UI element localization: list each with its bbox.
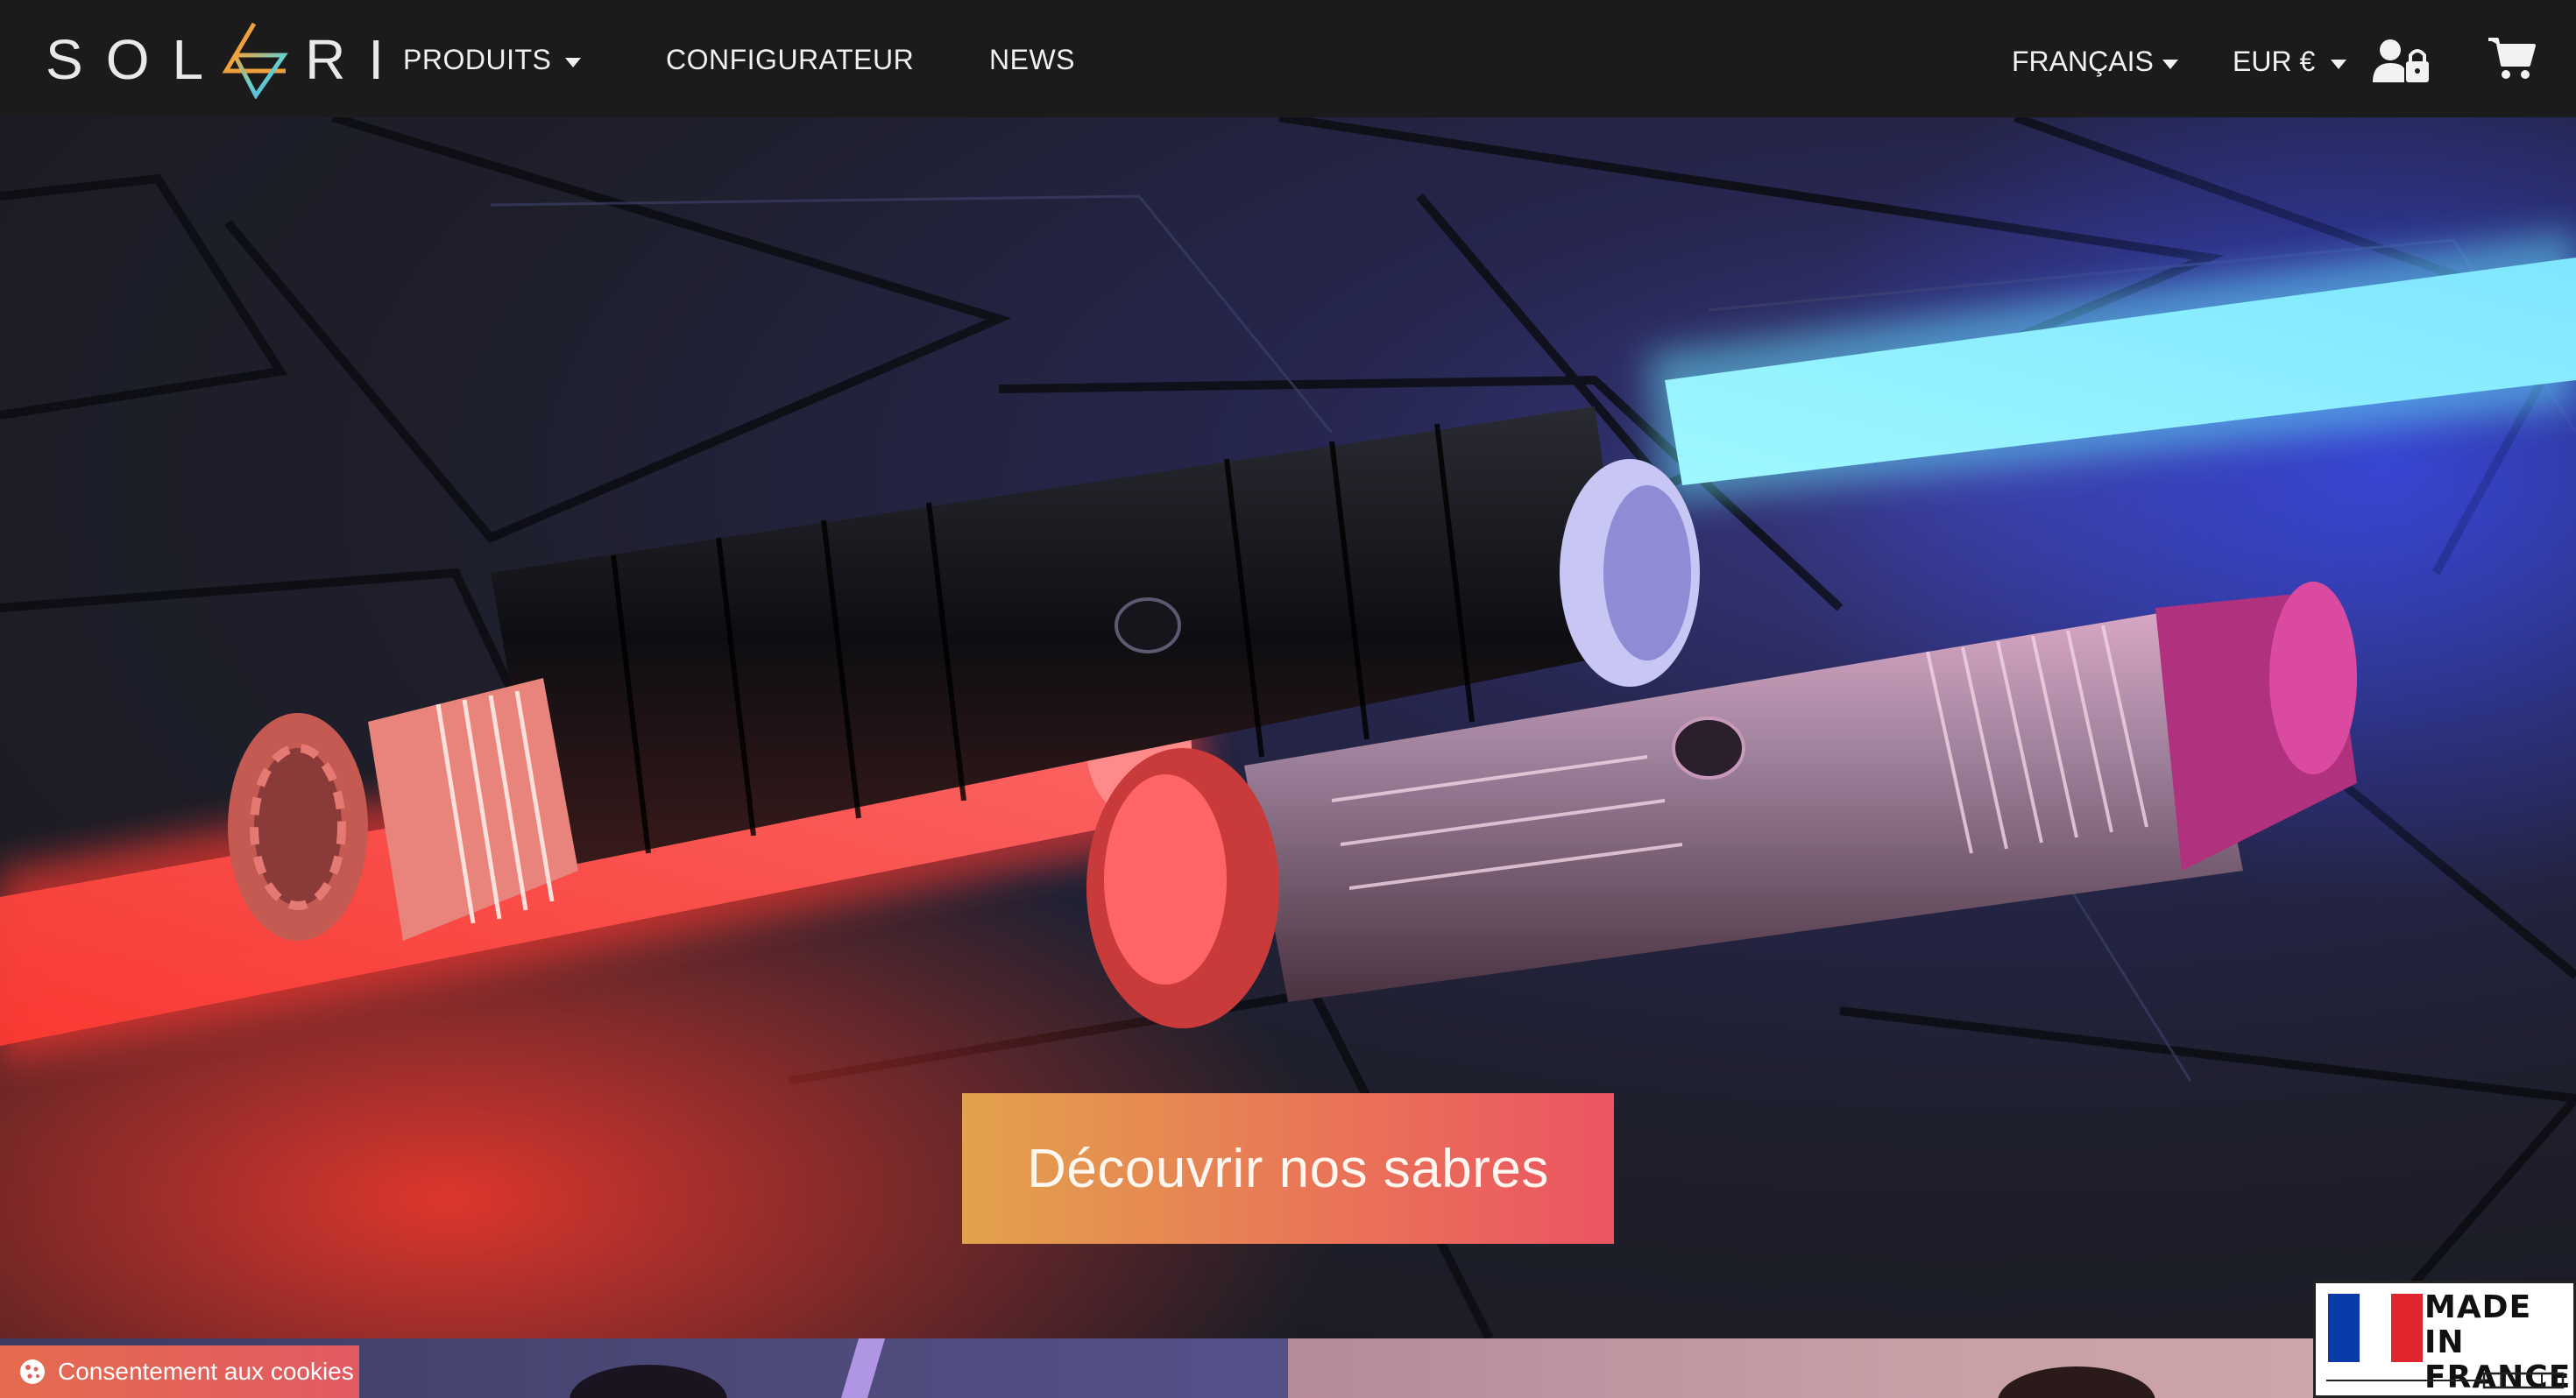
logo-triangle-icon: [222, 22, 288, 99]
nav-configurateur[interactable]: CONFIGURATEUR: [666, 44, 914, 76]
currency-selector[interactable]: EUR €: [2233, 46, 2347, 78]
language-label: FRANÇAIS: [2012, 46, 2154, 77]
chevron-down-icon: [565, 58, 582, 67]
nav-produits[interactable]: PRODUITS: [403, 44, 582, 76]
chevron-down-icon: [2162, 60, 2178, 69]
logo-text-left: SOL: [46, 28, 227, 91]
cookie-consent-label: Consentement aux cookies: [58, 1358, 354, 1385]
shopping-cart-icon: [2488, 38, 2536, 79]
language-selector[interactable]: FRANÇAIS: [2012, 46, 2178, 78]
hero-banner: Découvrir nos sabres: [0, 117, 2576, 1338]
chevron-down-icon: [2331, 60, 2347, 69]
cart-button[interactable]: [2488, 37, 2536, 85]
user-lock-icon: [2373, 39, 2429, 82]
logo-text-right: RI: [305, 28, 407, 91]
badge-line1: MADE IN: [2424, 1289, 2532, 1360]
top-navbar: SOL RI PRODUITS CONFIGURATEUR NEWS FRANÇ…: [0, 0, 2576, 117]
nav-configurateur-label: CONFIGURATEUR: [666, 44, 915, 75]
account-button[interactable]: [2373, 39, 2431, 88]
solari-logo[interactable]: SOL RI: [46, 16, 407, 103]
nav-news[interactable]: NEWS: [989, 44, 1075, 76]
cookie-icon: [20, 1359, 45, 1384]
currency-label: EUR €: [2233, 46, 2316, 77]
discover-sabers-button[interactable]: Découvrir nos sabres: [962, 1093, 1614, 1244]
nav-news-label: NEWS: [989, 44, 1075, 75]
made-in-france-badge: MADE IN FRANCE: [2313, 1281, 2576, 1398]
lightsaber-outline-icon: [2326, 1372, 2565, 1389]
nav-produits-label: PRODUITS: [403, 44, 552, 75]
cta-label: Découvrir nos sabres: [1027, 1138, 1549, 1199]
french-flag-icon: [2328, 1294, 2423, 1362]
cookie-consent-button[interactable]: Consentement aux cookies: [0, 1345, 359, 1398]
